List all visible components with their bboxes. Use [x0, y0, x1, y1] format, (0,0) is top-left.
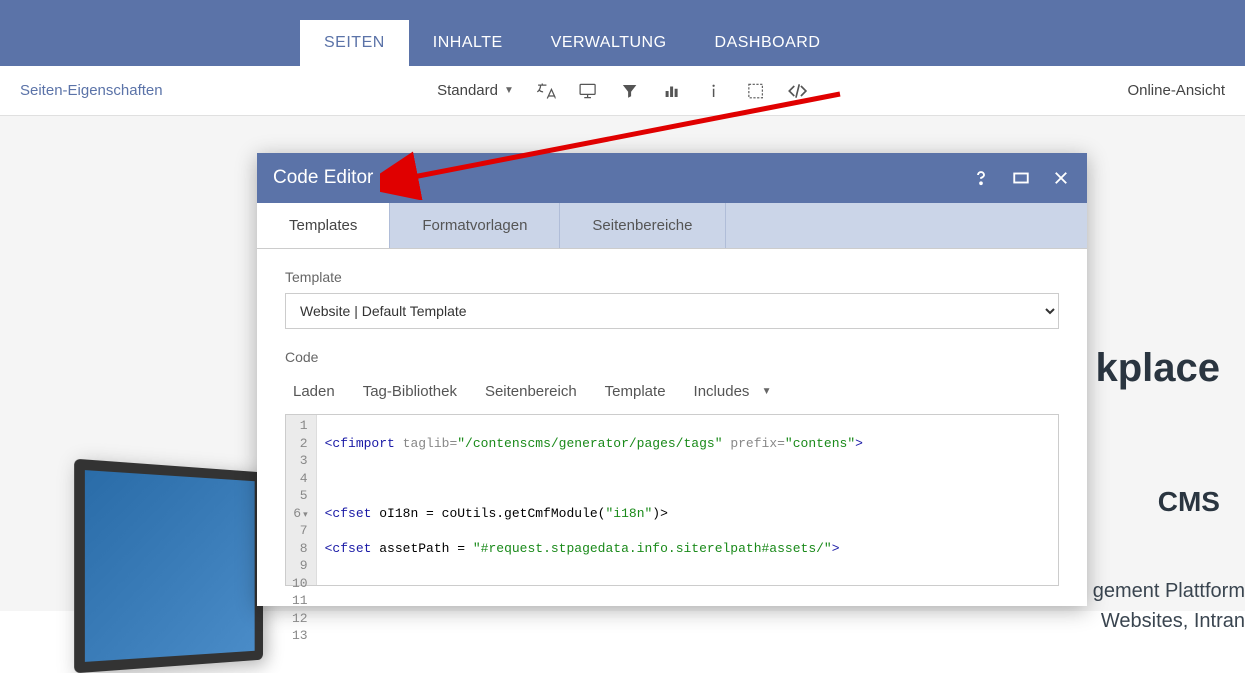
code-content[interactable]: <cfimport taglib="/contenscms/generator/…: [317, 415, 1058, 585]
line-gutter: 12345678910111213: [286, 415, 317, 585]
tab-templates[interactable]: Templates: [257, 203, 390, 248]
chevron-down-icon: ▼: [762, 386, 772, 397]
tab-formatvorlagen[interactable]: Formatvorlagen: [390, 203, 560, 248]
tool-tag-bibliothek[interactable]: Tag-Bibliothek: [363, 383, 457, 400]
stats-icon[interactable]: [662, 81, 682, 101]
code-toolbar: Laden Tag-Bibliothek Seitenbereich Templ…: [285, 373, 1059, 414]
tool-includes[interactable]: Includes ▼: [694, 383, 772, 400]
hero-body-fragment: gement PlattformWebsites, Intran: [1093, 576, 1245, 636]
code-editor-area[interactable]: 12345678910111213 <cfimport taglib="/con…: [285, 414, 1059, 586]
tool-laden[interactable]: Laden: [293, 383, 335, 400]
viewmode-label: Standard: [437, 82, 498, 99]
top-nav: SEITEN INHALTE VERWALTUNG DASHBOARD: [0, 0, 1245, 66]
page-properties-link[interactable]: Seiten-Eigenschaften: [20, 82, 163, 99]
close-icon[interactable]: [1051, 168, 1071, 188]
modal-title: Code Editor: [273, 167, 373, 189]
tool-seitenbereich[interactable]: Seitenbereich: [485, 383, 577, 400]
hero-subtitle-fragment: CMS: [1158, 486, 1220, 518]
translate-icon[interactable]: [536, 81, 556, 101]
online-view-link[interactable]: Online-Ansicht: [1127, 82, 1225, 99]
modal-tabs: Templates Formatvorlagen Seitenbereiche: [257, 203, 1087, 249]
tab-inhalte[interactable]: INHALTE: [409, 20, 527, 66]
tab-verwaltung[interactable]: VERWALTUNG: [527, 20, 691, 66]
filter-icon[interactable]: [620, 81, 640, 101]
help-icon[interactable]: [971, 168, 991, 188]
template-label: Template: [285, 269, 1059, 285]
viewmode-dropdown[interactable]: Standard ▼: [437, 82, 514, 99]
code-label: Code: [285, 349, 1059, 365]
select-area-icon[interactable]: [746, 81, 766, 101]
hero-image: [74, 459, 263, 673]
hero-title-fragment: kplace: [1095, 346, 1220, 391]
code-editor-modal: Code Editor Templates Formatvorlagen Sei…: [257, 153, 1087, 606]
device-preview-icon[interactable]: [578, 81, 598, 101]
tab-seitenbereiche[interactable]: Seitenbereiche: [560, 203, 725, 248]
template-select[interactable]: Website | Default Template: [285, 293, 1059, 329]
subnav: Seiten-Eigenschaften Standard ▼ Online-A…: [0, 66, 1245, 116]
tool-template[interactable]: Template: [605, 383, 666, 400]
info-icon[interactable]: [704, 81, 724, 101]
tab-dashboard[interactable]: DASHBOARD: [691, 20, 845, 66]
code-editor-icon[interactable]: [788, 81, 808, 101]
modal-header: Code Editor: [257, 153, 1087, 203]
chevron-down-icon: ▼: [504, 85, 514, 96]
maximize-icon[interactable]: [1011, 168, 1031, 188]
tab-seiten[interactable]: SEITEN: [300, 20, 409, 66]
